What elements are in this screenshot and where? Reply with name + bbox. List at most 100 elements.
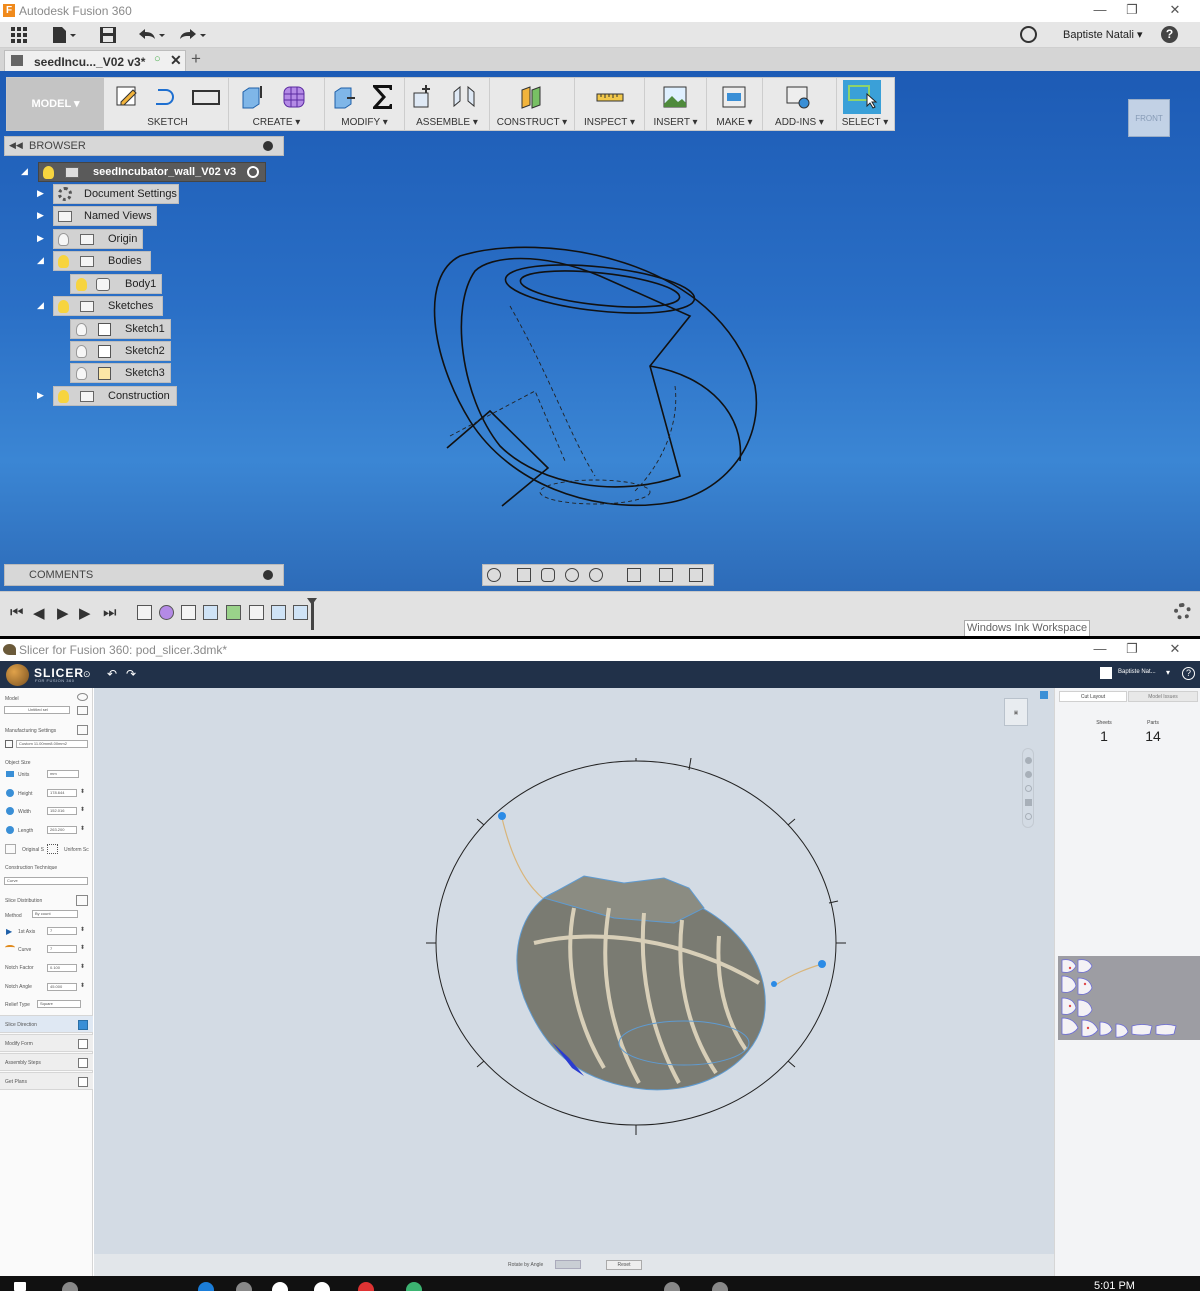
restore-icon[interactable]: ❐ — [1117, 2, 1147, 18]
method-select[interactable]: By count — [32, 910, 78, 918]
measure-icon[interactable] — [595, 84, 625, 110]
tab-cut-layout[interactable]: Cut Layout — [1059, 691, 1127, 702]
store-icon[interactable] — [272, 1282, 288, 1291]
create-sketch-icon[interactable] — [115, 84, 141, 110]
save-icon[interactable] — [99, 26, 117, 44]
notch-factor-input[interactable]: 0.100 — [47, 964, 77, 972]
length-stepper-icon[interactable]: ⬍ — [80, 825, 85, 832]
curve-input[interactable]: 7 — [47, 945, 77, 953]
tree-root-document[interactable]: seedIncubator_wall_V02 v3 — [38, 162, 266, 182]
timeline-prev-icon[interactable]: ◀ — [33, 604, 45, 622]
close-tab-icon[interactable]: ✕ — [170, 52, 182, 69]
insert-image-icon[interactable] — [662, 84, 688, 110]
new-component-icon[interactable] — [411, 84, 437, 110]
sigma-parameters-icon[interactable] — [369, 82, 397, 112]
document-tab[interactable]: seedIncu..._V02 v3* ○ ✕ — [4, 50, 186, 71]
timeline-form-icon[interactable] — [159, 605, 174, 620]
modify-form-button[interactable]: Modify Form — [0, 1034, 93, 1052]
help-icon[interactable]: ? — [1161, 26, 1178, 43]
reset-button[interactable]: Reset — [606, 1260, 642, 1270]
original-scale-icon[interactable] — [5, 844, 16, 854]
visibility-bulb-icon[interactable] — [76, 323, 87, 336]
line-arc-icon[interactable] — [153, 84, 179, 110]
construction-select[interactable]: Curve — [4, 877, 88, 885]
sliced-model-view[interactable] — [424, 758, 854, 1138]
first-axis-input[interactable]: 7 — [47, 927, 77, 935]
close-icon[interactable]: ✕ — [1160, 2, 1190, 18]
tree-sketch1[interactable]: Sketch1 — [70, 319, 171, 339]
slice-direction-button[interactable]: Slice Direction — [0, 1015, 93, 1033]
width-stepper-icon[interactable]: ⬍ — [80, 806, 85, 813]
minimize-icon[interactable]: — — [1085, 641, 1115, 656]
redo-icon[interactable] — [178, 26, 208, 44]
timeline-extrude-icon[interactable] — [271, 605, 286, 620]
tree-expand-root-icon[interactable]: ◢ — [21, 166, 28, 177]
panel-toggle-icon[interactable] — [1040, 691, 1048, 699]
add-ins-group[interactable]: ADD-INS ▾ — [763, 78, 837, 130]
visibility-bulb-icon[interactable] — [58, 300, 69, 313]
assemble-group[interactable]: ASSEMBLE ▾ — [405, 78, 490, 130]
3d-print-icon[interactable] — [721, 84, 747, 110]
slicer-settings-icon[interactable]: ⊙ — [83, 669, 91, 680]
tree-origin[interactable]: Origin — [53, 229, 143, 249]
app-icon[interactable] — [406, 1282, 422, 1291]
first-axis-stepper-icon[interactable]: ⬍ — [80, 926, 85, 933]
create-group[interactable]: CREATE ▾ — [229, 78, 325, 130]
tree-bodies[interactable]: Bodies — [53, 251, 151, 271]
rotation-handle[interactable] — [498, 812, 506, 820]
fit-zoom-icon[interactable] — [589, 568, 603, 582]
tree-body1[interactable]: Body1 — [70, 274, 162, 294]
offset-plane-icon[interactable] — [519, 84, 545, 110]
scripts-addins-icon[interactable] — [785, 84, 811, 110]
view-cube[interactable]: FRONT — [1128, 99, 1170, 137]
rotate-angle-input[interactable] — [555, 1260, 581, 1269]
slicer-help-icon[interactable]: ? — [1182, 667, 1195, 680]
inspect-group[interactable]: INSPECT ▾ — [575, 78, 645, 130]
visibility-bulb-icon[interactable] — [43, 166, 54, 179]
windows-ink-workspace-button[interactable]: Windows Ink Workspace — [964, 620, 1090, 636]
height-stepper-icon[interactable]: ⬍ — [80, 788, 85, 795]
chrome-icon[interactable] — [314, 1282, 330, 1291]
tree-sketch2[interactable]: Sketch2 — [70, 341, 171, 361]
orbit-icon[interactable] — [487, 568, 501, 582]
relief-type-select[interactable]: Square — [37, 1000, 81, 1008]
width-input[interactable]: 152.016 — [47, 807, 77, 815]
rectangle-icon[interactable] — [191, 84, 221, 110]
assembly-steps-button[interactable]: Assembly Steps — [0, 1053, 93, 1071]
timeline-extrude-icon[interactable] — [293, 605, 308, 620]
sketch-group[interactable]: SKETCH — [107, 78, 229, 130]
height-input[interactable]: 178.644 — [47, 789, 77, 797]
home-icon[interactable] — [1025, 813, 1032, 820]
slicer-canvas[interactable]: ▣ Rotate by Angle Reset — [94, 688, 1054, 1276]
undo-icon[interactable]: ↶ — [107, 667, 117, 681]
modify-group[interactable]: MODIFY ▾ — [325, 78, 405, 130]
new-tab-plus-icon[interactable]: + — [191, 49, 201, 69]
tree-expand-icon[interactable]: ▶ — [37, 188, 44, 199]
tree-expand-icon[interactable]: ▶ — [37, 210, 44, 221]
tree-sketch3[interactable]: Sketch3 — [70, 363, 171, 383]
timeline-play-icon[interactable]: ▶ — [57, 604, 69, 622]
visibility-bulb-icon[interactable] — [76, 367, 87, 380]
user-account-menu[interactable]: Baptiste Natali ▾ — [1063, 28, 1143, 41]
manufacturing-select[interactable]: Custom 11.00mm8.00mm2 — [16, 740, 88, 748]
browser-pin-icon[interactable] — [263, 141, 273, 151]
pan-icon[interactable] — [1025, 757, 1032, 764]
start-icon[interactable] — [14, 1282, 26, 1291]
visibility-bulb-icon[interactable] — [58, 390, 69, 403]
display-settings-icon[interactable] — [627, 568, 641, 582]
slice-list-icon[interactable] — [76, 895, 88, 906]
tree-collapse-icon[interactable]: ◢ — [37, 300, 44, 311]
fusion-taskbar-icon[interactable] — [664, 1282, 680, 1291]
timeline-sketch-icon[interactable] — [249, 605, 264, 620]
joint-icon[interactable] — [451, 84, 477, 110]
uniform-scale-icon[interactable] — [47, 844, 58, 854]
add-comment-icon[interactable] — [263, 570, 273, 580]
timeline-end-icon[interactable]: ⏭ — [103, 604, 117, 621]
press-pull-icon[interactable] — [331, 84, 357, 110]
look-at-icon[interactable] — [517, 568, 531, 582]
slicer-view-cube[interactable]: ▣ — [1004, 698, 1028, 726]
pan-hand-icon[interactable] — [541, 568, 555, 582]
minimize-icon[interactable]: — — [1085, 2, 1115, 17]
wireframe-model[interactable] — [420, 236, 765, 516]
app-icon[interactable] — [358, 1282, 374, 1291]
